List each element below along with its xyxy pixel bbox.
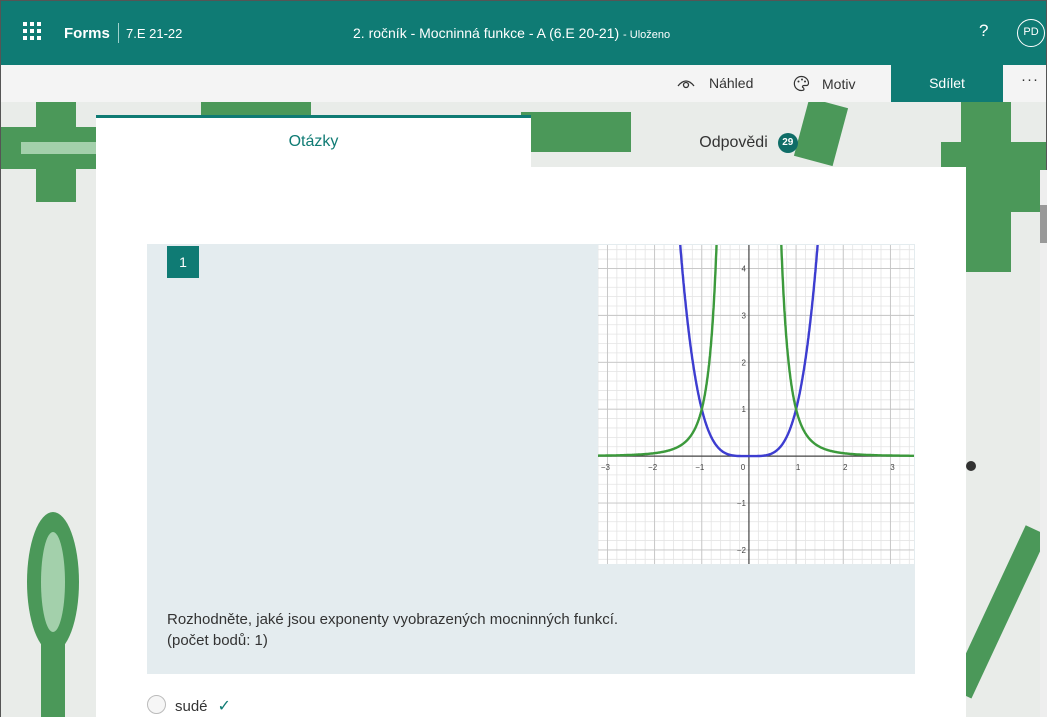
curve-x-pow-4 <box>597 196 720 457</box>
top-bar: Forms 7.E 21-22 2. ročník - Mocninná fun… <box>0 0 1047 65</box>
preview-label: Náhled <box>709 75 754 91</box>
y-tick-label: 2 <box>741 358 746 367</box>
tab-responses[interactable]: Odpovědi 29 <box>531 115 966 167</box>
avatar[interactable]: PD <box>1017 19 1045 47</box>
question-points: (počet bodů: 1) <box>167 632 268 649</box>
course-name[interactable]: 7.E 21-22 <box>126 26 182 41</box>
divider <box>118 23 119 43</box>
x-tick-label: −3 <box>601 463 611 472</box>
curve-x-pow-4 <box>778 196 914 458</box>
question-text-block: Rozhodněte, jaké jsou exponenty vyobraze… <box>167 609 618 651</box>
tabs: Otázky Odpovědi 29 <box>96 115 966 167</box>
x-tick-label: 2 <box>843 463 848 472</box>
more-options-button[interactable]: ··· <box>1021 71 1039 88</box>
radio-button[interactable] <box>147 695 166 714</box>
share-button[interactable]: Sdílet <box>891 65 1003 102</box>
document-title-text[interactable]: 2. ročník - Mocninná funkce - A (6.E 20-… <box>353 25 619 41</box>
function-graph: −3 −2 −1 0 1 2 3 −2 −1 1 2 3 4 <box>597 196 914 564</box>
x-tick-label: 3 <box>890 463 895 472</box>
responses-count-badge: 29 <box>777 133 798 153</box>
palette-icon <box>793 75 810 92</box>
document-title: 2. ročník - Mocninná funkce - A (6.E 20-… <box>353 25 670 41</box>
question-number: 1 <box>167 246 199 278</box>
app-name[interactable]: Forms <box>64 25 110 42</box>
scrollbar-thumb[interactable] <box>1040 205 1047 243</box>
answer-option[interactable]: sudé ✓ <box>147 695 231 716</box>
y-tick-label: 3 <box>741 311 746 320</box>
y-tick-label: 1 <box>741 405 746 414</box>
theme-label: Motiv <box>822 76 856 92</box>
preview-button[interactable]: Náhled <box>677 75 753 91</box>
eye-icon <box>677 80 695 89</box>
form-card: 1 −3 −2 −1 0 1 2 3 −2 −1 1 2 3 4 Rozhodněte, jaké js… <box>96 167 966 727</box>
x-tick-label: 0 <box>741 463 746 472</box>
x-tick-label: −2 <box>648 463 658 472</box>
tab-questions[interactable]: Otázky <box>96 115 531 167</box>
question-card[interactable]: 1 −3 −2 −1 0 1 2 3 −2 −1 1 2 3 4 Rozhodněte, jaké js… <box>147 196 915 674</box>
tab-responses-label: Odpovědi <box>699 134 768 151</box>
x-tick-label: 1 <box>796 463 801 472</box>
theme-button[interactable]: Motiv <box>793 75 855 92</box>
tab-questions-label: Otázky <box>288 133 339 150</box>
command-bar: Náhled Motiv Sdílet ··· <box>0 65 1047 102</box>
scrollbar[interactable] <box>1040 170 1047 717</box>
app-launcher-icon[interactable] <box>23 22 43 42</box>
y-tick-label: −2 <box>737 546 747 555</box>
question-image-graph: −3 −2 −1 0 1 2 3 −2 −1 1 2 3 4 <box>597 196 914 564</box>
correct-answer-check-icon: ✓ <box>217 698 231 715</box>
y-tick-label: −1 <box>737 499 747 508</box>
x-tick-label: −1 <box>695 463 705 472</box>
help-button[interactable]: ? <box>979 21 988 41</box>
save-status: - Uloženo <box>623 29 671 41</box>
y-tick-label: 4 <box>741 264 746 273</box>
answer-option-label: sudé <box>175 698 208 715</box>
question-text: Rozhodněte, jaké jsou exponenty vyobraze… <box>167 611 619 628</box>
